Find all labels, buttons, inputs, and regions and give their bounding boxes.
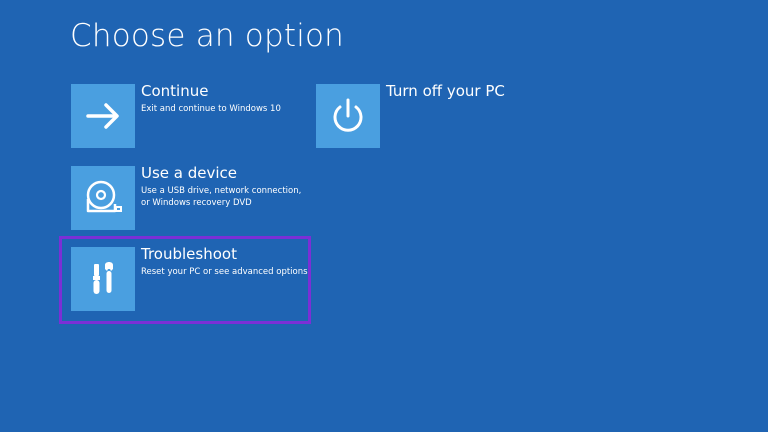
continue-tile[interactable] (71, 84, 135, 148)
troubleshoot-label: Troubleshoot (141, 245, 237, 263)
use-a-device-description-line-1: Use a USB drive, network connection, (141, 186, 302, 196)
turn-off-label: Turn off your PC (386, 82, 505, 100)
continue-label: Continue (141, 82, 209, 100)
troubleshoot-option[interactable]: Troubleshoot Reset your PC or see advanc… (71, 245, 308, 311)
tools-icon (93, 262, 113, 294)
turn-off-option[interactable]: Turn off your PC (316, 82, 516, 148)
use-a-device-label: Use a device (141, 164, 238, 182)
use-a-device-description: Use a USB drive, network connection, or … (141, 185, 331, 209)
continue-description: Exit and continue to Windows 10 (141, 103, 331, 115)
turn-off-tile[interactable] (316, 84, 380, 148)
troubleshoot-description-line: Reset your PC or see advanced options (141, 267, 308, 277)
continue-description-line: Exit and continue to Windows 10 (141, 104, 281, 114)
troubleshoot-description: Reset your PC or see advanced options (141, 266, 331, 278)
page-title: Choose an option (70, 18, 345, 54)
continue-option[interactable]: Continue Exit and continue to Windows 10 (71, 82, 281, 148)
power-icon (333, 98, 363, 132)
use-a-device-description-line-2: or Windows recovery DVD (141, 198, 252, 208)
use-a-device-option[interactable]: Use a device Use a USB drive, network co… (71, 164, 301, 230)
disc-drive-icon (86, 180, 122, 213)
use-a-device-tile[interactable] (71, 166, 135, 230)
arrow-right-icon (86, 103, 119, 129)
troubleshoot-tile[interactable] (71, 247, 135, 311)
